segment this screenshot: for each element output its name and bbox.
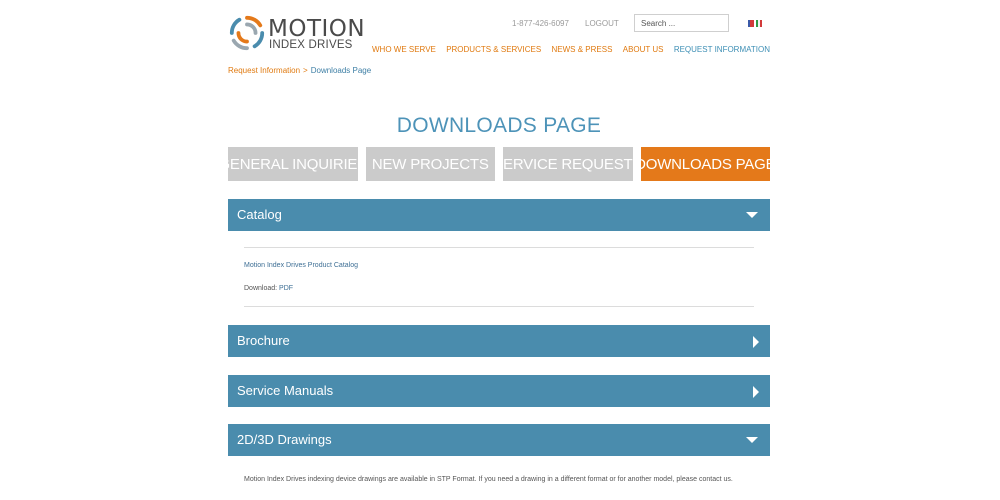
- nav-request-information[interactable]: REQUEST INFORMATION: [674, 45, 770, 54]
- catalog-download-row: Download: PDF: [244, 285, 293, 292]
- page: MOTION INDEX DRIVES 1-877-426-6097 LOGOU…: [0, 0, 1000, 500]
- tab-new-projects[interactable]: NEW PROJECTS: [365, 147, 495, 181]
- it-flag-icon[interactable]: [756, 20, 762, 27]
- caret-down-icon: [746, 212, 758, 218]
- tab-general-inquiries[interactable]: GENERAL INQUIRIES: [228, 147, 358, 181]
- language-flags: [748, 20, 762, 27]
- tab-downloads-page[interactable]: DOWNLOADS PAGE: [640, 147, 770, 181]
- nav-who-we-serve[interactable]: WHO WE SERVE: [372, 45, 436, 54]
- logo-text-index-drives: INDEX DRIVES: [269, 39, 353, 51]
- us-flag-icon[interactable]: [748, 20, 754, 27]
- caret-right-icon: [753, 386, 759, 398]
- page-title: DOWNLOADS PAGE: [396, 114, 602, 138]
- nav-products-services[interactable]: PRODUCTS & SERVICES: [446, 45, 541, 54]
- phone-number[interactable]: 1-877-426-6097: [512, 19, 569, 28]
- drawings-description: Motion Index Drives indexing device draw…: [244, 476, 733, 483]
- divider: [244, 306, 754, 307]
- accordion-drawings[interactable]: 2D/3D Drawings: [228, 424, 770, 456]
- logout-link[interactable]: LOGOUT: [585, 19, 619, 28]
- divider: [244, 247, 754, 248]
- nav-news-press[interactable]: NEWS & PRESS: [552, 45, 613, 54]
- accordion-catalog-label: Catalog: [237, 207, 282, 222]
- breadcrumb-separator: >: [303, 66, 308, 75]
- nav-about-us[interactable]: ABOUT US: [623, 45, 664, 54]
- accordion-service-manuals[interactable]: Service Manuals: [228, 375, 770, 407]
- accordion-brochure[interactable]: Brochure: [228, 325, 770, 357]
- catalog-panel: Motion Index Drives Product Catalog Down…: [228, 231, 770, 325]
- catalog-pdf-link[interactable]: PDF: [279, 285, 293, 292]
- caret-down-icon: [746, 437, 758, 443]
- main-nav: WHO WE SERVE PRODUCTS & SERVICES NEWS & …: [372, 45, 770, 54]
- catalog-item-title[interactable]: Motion Index Drives Product Catalog: [244, 262, 358, 269]
- tab-service-requests[interactable]: SERVICE REQUESTS: [503, 147, 633, 181]
- caret-right-icon: [753, 336, 759, 348]
- logo-mark-icon: [229, 15, 265, 51]
- breadcrumb-parent[interactable]: Request Information: [228, 66, 300, 75]
- accordion-catalog[interactable]: Catalog: [228, 199, 770, 231]
- breadcrumb-current: Downloads Page: [310, 66, 372, 75]
- download-label: Download:: [244, 285, 278, 292]
- breadcrumb: Request Information > Downloads Page: [228, 66, 371, 75]
- tab-bar: GENERAL INQUIRIES NEW PROJECTS SERVICE R…: [228, 147, 770, 181]
- accordion-drawings-label: 2D/3D Drawings: [237, 432, 332, 447]
- site-logo[interactable]: MOTION INDEX DRIVES: [228, 14, 365, 56]
- search-input[interactable]: [634, 14, 729, 32]
- accordion-brochure-label: Brochure: [237, 333, 290, 348]
- utility-bar: 1-877-426-6097 LOGOUT: [512, 14, 770, 34]
- accordion-service-manuals-label: Service Manuals: [237, 383, 334, 398]
